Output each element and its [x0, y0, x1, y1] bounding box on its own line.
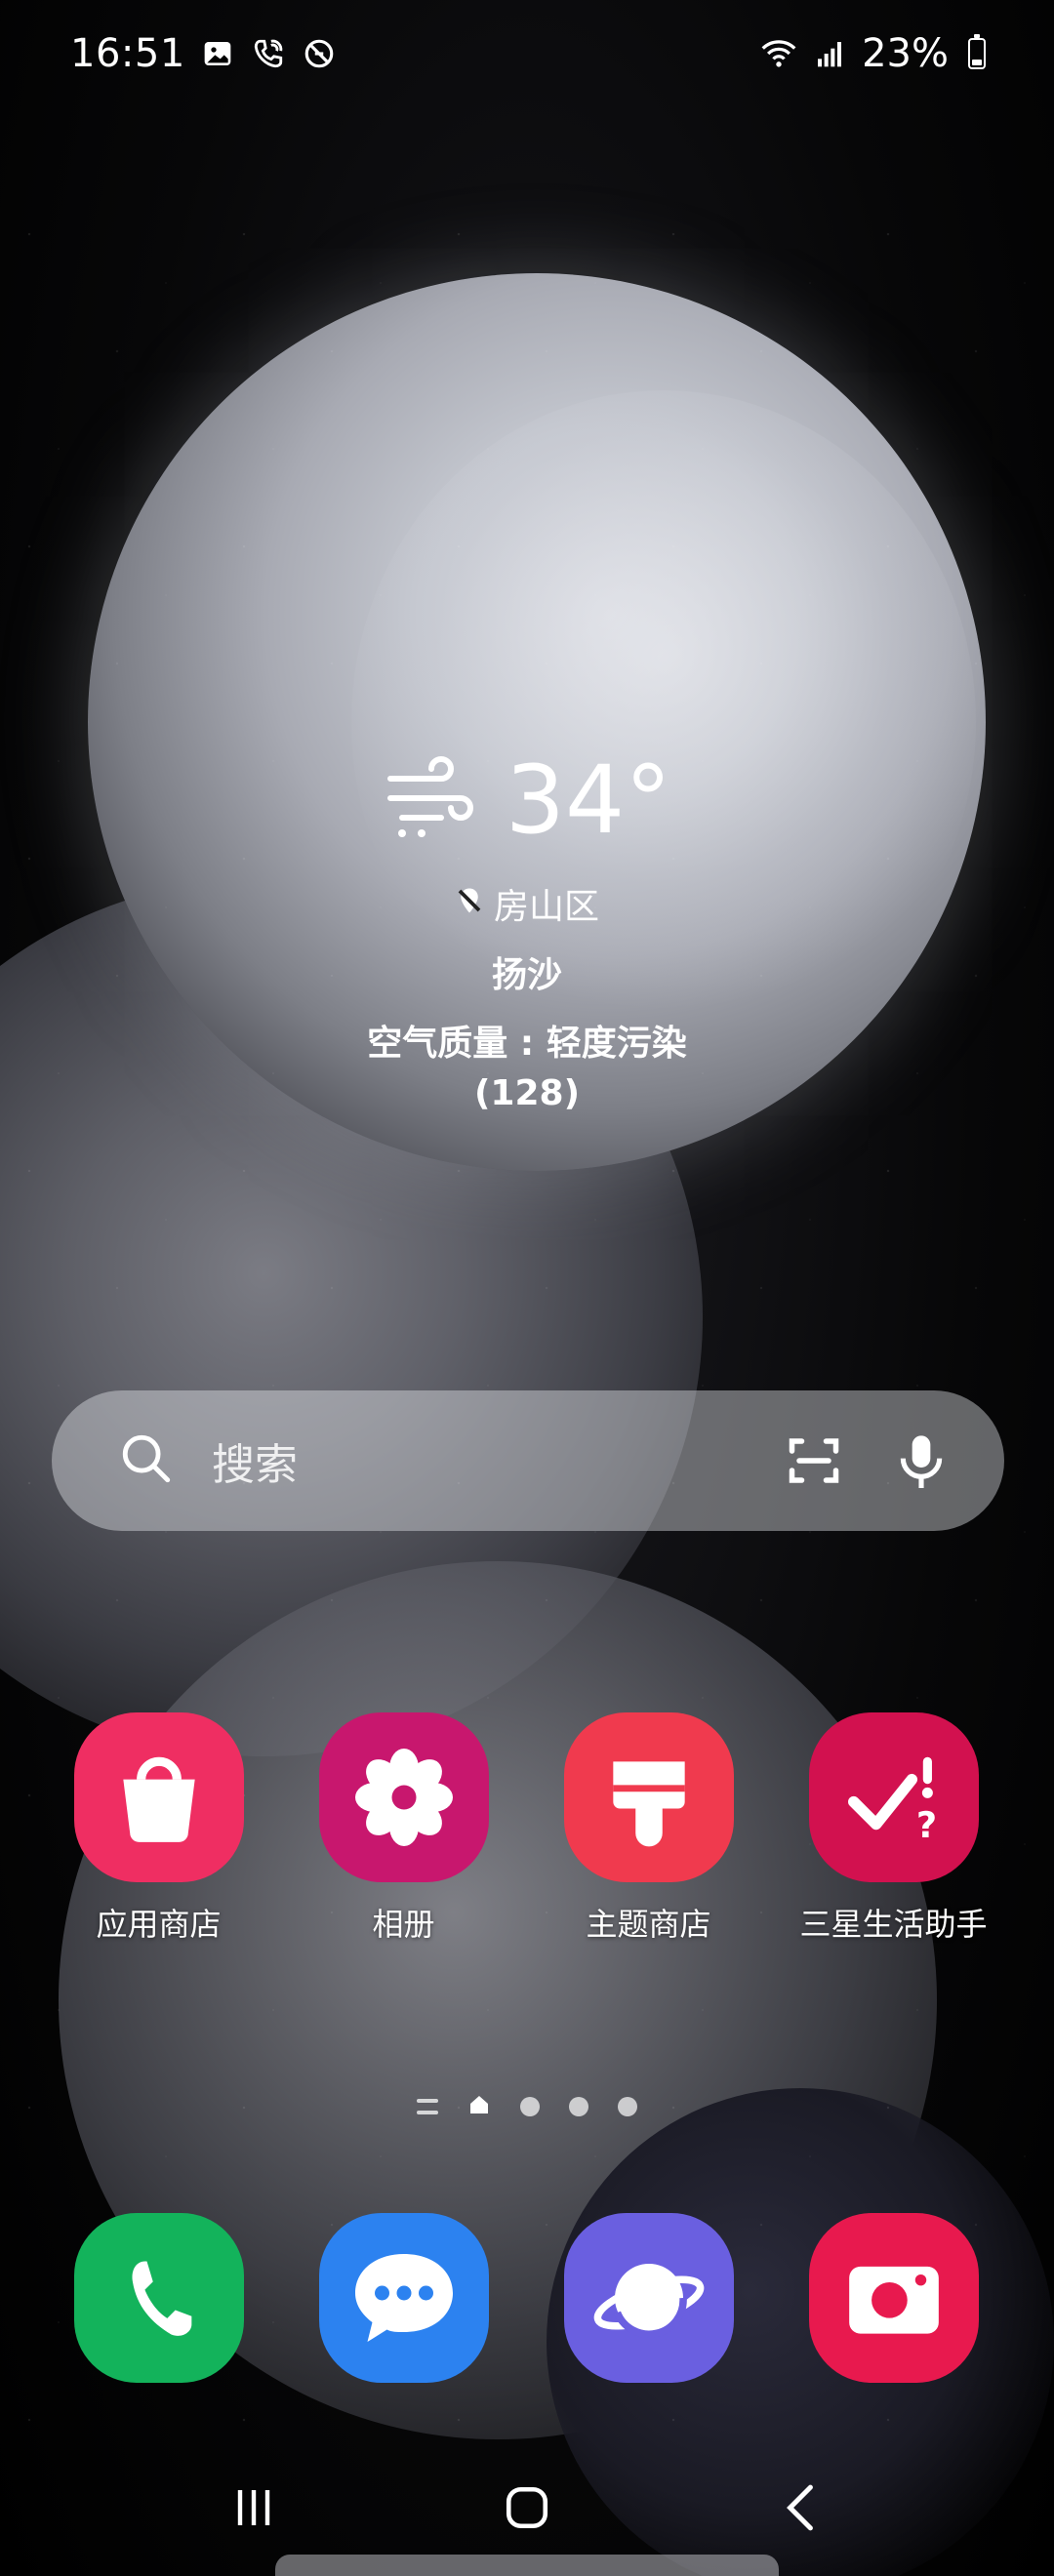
page-dot[interactable] [618, 2097, 637, 2116]
app-galaxy-store[interactable]: 应用商店 [36, 1712, 281, 1945]
wifi-calling-icon [250, 35, 287, 72]
gallery-flower-icon[interactable] [318, 1712, 489, 1882]
weather-widget[interactable]: 34° 房山区 扬沙 空气质量 : 轻度污染 (128) [0, 751, 1054, 1113]
home-button[interactable] [478, 2469, 576, 2547]
microphone-icon[interactable] [887, 1427, 955, 1495]
app-grid: 应用商店 相册 主题商店 ? 三星生活助手 [0, 1712, 1054, 1945]
page-indicator-home-icon[interactable] [467, 2093, 491, 2120]
dock-messages[interactable] [281, 2213, 526, 2383]
app-themes[interactable]: 主题商店 [526, 1712, 771, 1945]
messages-icon[interactable] [318, 2213, 489, 2383]
battery-icon [968, 34, 986, 69]
signal-icon [811, 35, 848, 72]
internet-browser-icon[interactable] [563, 2213, 734, 2383]
battery-level-fill [972, 59, 982, 65]
galaxy-store-icon[interactable] [73, 1712, 244, 1882]
dock [0, 2213, 1054, 2383]
air-quality-value: (128) [473, 1073, 581, 1113]
phone-icon[interactable] [73, 2213, 244, 2383]
svg-text:?: ? [915, 1804, 936, 1846]
recents-button[interactable] [205, 2469, 303, 2547]
page-indicator-menu-icon[interactable] [417, 2099, 438, 2114]
location-off-icon [455, 884, 484, 924]
page-dot[interactable] [520, 2097, 540, 2116]
scan-icon[interactable] [780, 1427, 848, 1495]
navigation-bar [0, 2459, 1054, 2556]
wifi-icon [760, 35, 797, 72]
weather-condition: 扬沙 [491, 955, 562, 995]
page-indicator[interactable] [0, 2093, 1054, 2120]
air-quality-label: 空气质量 : 轻度污染 [367, 1024, 687, 1064]
gesture-handle[interactable] [275, 2555, 779, 2576]
no-disturb-icon [301, 35, 338, 72]
app-label: 相册 [372, 1906, 435, 1943]
camera-icon[interactable] [808, 2213, 979, 2383]
app-reminder[interactable]: ? 三星生活助手 [771, 1712, 1016, 1945]
weather-location: 房山区 [493, 887, 599, 927]
reminder-check-icon[interactable]: ? [808, 1712, 979, 1882]
gallery-icon [199, 35, 236, 72]
app-label: 应用商店 [96, 1906, 222, 1943]
app-label: 主题商店 [586, 1906, 711, 1943]
page-dot[interactable] [569, 2097, 588, 2116]
windy-icon [383, 751, 476, 849]
dock-phone[interactable] [36, 2213, 281, 2383]
app-label: 三星生活助手 [799, 1906, 988, 1943]
back-button[interactable] [751, 2469, 849, 2547]
weather-temperature: 34° [505, 745, 672, 855]
dock-internet[interactable] [526, 2213, 771, 2383]
dock-camera[interactable] [771, 2213, 1016, 2383]
search-input[interactable]: 搜索 [212, 1429, 741, 1492]
themes-brush-icon[interactable] [563, 1712, 734, 1882]
app-gallery[interactable]: 相册 [281, 1712, 526, 1945]
search-icon [118, 1430, 175, 1491]
clock: 16:51 [70, 31, 185, 76]
status-bar: 16:51 23% [0, 0, 1054, 107]
search-bar[interactable]: 搜索 [52, 1390, 1004, 1531]
wallpaper [0, 0, 1054, 2576]
battery-percent: 23% [862, 31, 949, 76]
